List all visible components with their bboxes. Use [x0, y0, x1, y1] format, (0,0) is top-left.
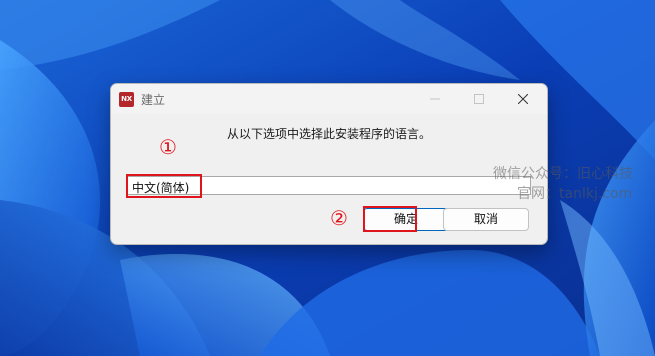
dialog-title: 建立 — [141, 93, 166, 107]
maximize-icon — [474, 94, 484, 104]
minimize-icon — [430, 98, 440, 100]
step-1-marker: ① — [159, 135, 177, 159]
ok-highlight-box — [363, 206, 417, 232]
cancel-button[interactable]: 取消 — [443, 208, 529, 231]
watermark-wechat: 微信公众号：旧心科技 — [493, 166, 633, 182]
minimize-button[interactable] — [413, 84, 457, 114]
nx-app-icon: NX — [119, 92, 134, 107]
desktop: NX 建立 从以下选项中选择此安装程序的语言。 ① 中文(简体) ② 确定 取消… — [0, 0, 655, 356]
setup-language-dialog: NX 建立 从以下选项中选择此安装程序的语言。 ① 中文(简体) ② 确定 取消 — [110, 83, 548, 245]
language-highlight-box — [126, 174, 202, 198]
watermark-website: 官网：tanlkj.com — [517, 186, 633, 202]
maximize-button[interactable] — [457, 84, 501, 114]
title-bar[interactable]: NX 建立 — [111, 84, 547, 114]
close-icon — [518, 94, 528, 104]
close-button[interactable] — [501, 84, 545, 114]
step-2-marker: ② — [330, 206, 348, 230]
